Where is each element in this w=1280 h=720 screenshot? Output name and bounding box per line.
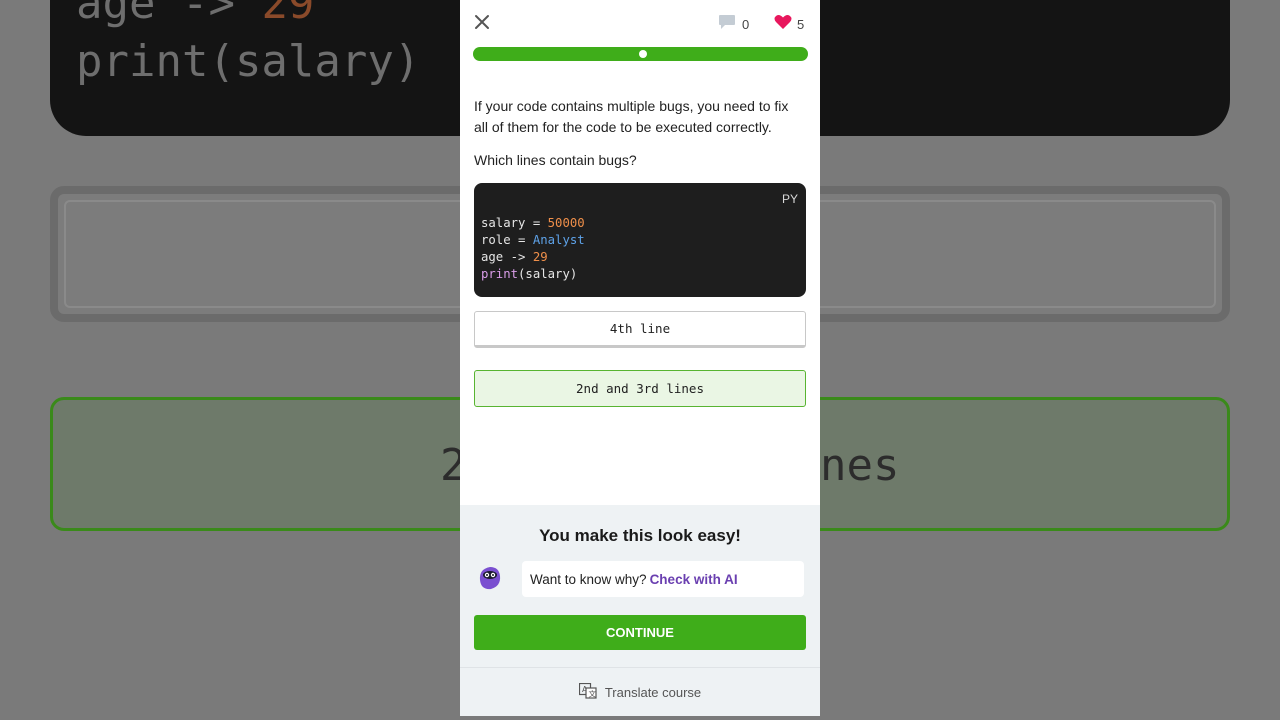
code-lines: salary = 50000 role = Analyst age -> 29 pri… bbox=[481, 215, 585, 283]
translate-course-button[interactable]: A 文 Translate course bbox=[460, 667, 820, 716]
feedback-title: You make this look easy! bbox=[539, 526, 741, 545]
translate-icon: A 文 bbox=[578, 682, 597, 702]
lives-indicator[interactable]: 5 bbox=[774, 14, 804, 35]
lesson-intro-text: If your code contains multiple bugs, you… bbox=[474, 98, 789, 135]
close-icon[interactable] bbox=[472, 12, 492, 32]
comments-button[interactable]: 0 bbox=[718, 14, 749, 35]
background-code-line: age -> 29 bbox=[76, 0, 315, 29]
answer-option-4th-line[interactable]: 4th line bbox=[474, 311, 806, 348]
lesson-progress-bar bbox=[473, 47, 808, 61]
code-line: print(salary) bbox=[481, 267, 578, 281]
lives-count: 5 bbox=[797, 17, 805, 32]
code-line: age -> 29 bbox=[481, 250, 548, 264]
ai-prompt-text: Want to know why? bbox=[530, 571, 647, 587]
translate-course-label: Translate course bbox=[604, 684, 702, 700]
heart-icon bbox=[774, 14, 792, 35]
answer-option-2nd-3rd-lines[interactable]: 2nd and 3rd lines bbox=[474, 370, 806, 407]
comments-count: 0 bbox=[742, 17, 750, 32]
progress-marker bbox=[639, 50, 647, 58]
top-bar: 0 5 bbox=[460, 0, 820, 44]
svg-text:文: 文 bbox=[588, 688, 596, 698]
code-line: role = Analyst bbox=[481, 233, 585, 247]
code-line: salary = 50000 bbox=[481, 216, 585, 230]
language-label: PY bbox=[781, 192, 798, 206]
feedback-panel: You make this look easy! Want to know wh… bbox=[460, 505, 820, 667]
background-option-text: nes bbox=[820, 440, 900, 491]
comment-icon bbox=[718, 14, 736, 35]
background-code-line: print(salary) bbox=[76, 36, 421, 87]
question-text: Which lines contain bugs? bbox=[474, 152, 637, 168]
ai-mascot-icon bbox=[478, 566, 502, 590]
check-with-ai-link[interactable]: Check with AI bbox=[650, 572, 738, 587]
ai-explain-bubble: Want to know why? Check with AI bbox=[522, 561, 804, 597]
code-block: PY salary = 50000 role = Analyst age -> 29… bbox=[474, 183, 806, 297]
lesson-screen: 0 5 If your code contains multiple bugs,… bbox=[460, 0, 820, 716]
continue-button[interactable]: CONTINUE bbox=[474, 615, 806, 650]
